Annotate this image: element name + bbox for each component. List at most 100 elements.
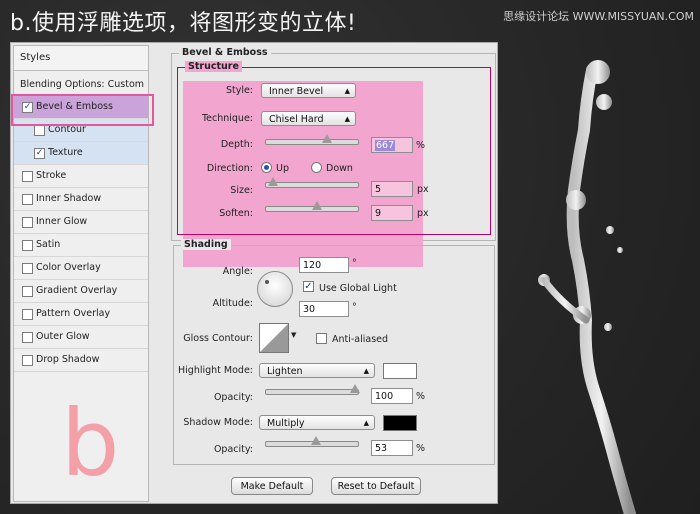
highlight-mode-dropdown[interactable]: Lighten ▲ xyxy=(259,363,375,378)
style-item-label: Pattern Overlay xyxy=(36,308,111,319)
technique-label: Technique: xyxy=(201,113,253,124)
direction-up-radio[interactable] xyxy=(261,162,272,173)
style-item-label: Drop Shadow xyxy=(36,354,100,365)
depth-input[interactable]: 667 xyxy=(371,137,413,153)
stepper-icon: ▲ xyxy=(344,115,350,123)
style-checkbox[interactable] xyxy=(22,263,33,274)
style-item[interactable]: Gradient Overlay xyxy=(14,280,148,303)
direction-label: Direction: xyxy=(206,163,253,174)
depth-unit: % xyxy=(416,140,426,151)
style-checkbox[interactable] xyxy=(22,355,33,366)
style-item[interactable]: Inner Glow xyxy=(14,211,148,234)
altitude-label: Altitude: xyxy=(212,298,253,309)
light-dot xyxy=(265,280,269,284)
slider-thumb[interactable] xyxy=(322,134,333,143)
style-item[interactable]: Outer Glow xyxy=(14,326,148,349)
style-checkbox[interactable] xyxy=(22,286,33,297)
style-item[interactable]: Satin xyxy=(14,234,148,257)
stepper-icon: ▲ xyxy=(363,367,369,375)
blending-options[interactable]: Blending Options: Custom xyxy=(14,75,148,96)
highlight-mode-label: Highlight Mode: xyxy=(178,365,253,376)
style-checkbox[interactable] xyxy=(34,125,45,136)
style-item[interactable]: Drop Shadow xyxy=(14,349,148,372)
style-checkbox[interactable] xyxy=(22,332,33,343)
stepper-icon: ▲ xyxy=(344,87,350,95)
shadow-opacity-unit: % xyxy=(416,443,426,454)
global-light-checkbox[interactable]: ✓ xyxy=(303,281,314,292)
highlight-opacity-unit: % xyxy=(416,391,426,402)
shadow-opacity-slider[interactable] xyxy=(265,436,359,447)
style-label: Style: xyxy=(225,85,253,96)
style-item-label: Inner Shadow xyxy=(36,193,102,204)
angle-dial[interactable] xyxy=(257,271,293,307)
liquid-splash-image xyxy=(538,60,636,514)
shadow-mode-dropdown[interactable]: Multiply ▲ xyxy=(259,415,375,430)
angle-unit: ° xyxy=(352,258,357,269)
shadow-opacity-input[interactable]: 53 xyxy=(371,440,413,456)
gloss-contour-picker[interactable] xyxy=(259,323,289,353)
stepper-icon: ▲ xyxy=(363,419,369,427)
style-item-label: Color Overlay xyxy=(36,262,101,273)
reset-to-default-button[interactable]: Reset to Default xyxy=(331,477,421,495)
slider-thumb[interactable] xyxy=(350,384,360,393)
size-label: Size: xyxy=(230,185,253,196)
size-slider[interactable] xyxy=(265,177,359,188)
direction-down-label: Down xyxy=(326,163,353,174)
anti-aliased-label: Anti-aliased xyxy=(332,334,389,345)
shadow-color-swatch[interactable] xyxy=(383,415,417,431)
style-item[interactable]: Color Overlay xyxy=(14,257,148,280)
page-title: b.使用浮雕选项，将图形变的立体! xyxy=(10,11,357,36)
style-item[interactable]: Pattern Overlay xyxy=(14,303,148,326)
soften-unit: px xyxy=(417,208,429,219)
style-item[interactable]: Inner Shadow xyxy=(14,188,148,211)
style-item[interactable]: ✓ Texture xyxy=(14,142,148,165)
anti-aliased-checkbox[interactable] xyxy=(316,333,327,344)
style-dropdown[interactable]: Inner Bevel ▲ xyxy=(261,83,356,98)
highlight-frame xyxy=(11,94,154,126)
styles-heading[interactable]: Styles xyxy=(14,46,148,71)
highlight-color-swatch[interactable] xyxy=(383,363,417,379)
style-item-label: Inner Glow xyxy=(36,216,88,227)
style-checkbox[interactable]: ✓ xyxy=(34,148,45,159)
style-checkbox[interactable] xyxy=(22,240,33,251)
soften-input[interactable]: 9 xyxy=(371,205,413,221)
highlight-opacity-input[interactable]: 100 xyxy=(371,388,413,404)
shading-group xyxy=(173,245,495,465)
highlight-opacity-slider[interactable] xyxy=(265,384,360,395)
style-item[interactable]: Stroke xyxy=(14,165,148,188)
altitude-unit: ° xyxy=(352,302,357,313)
depth-slider[interactable] xyxy=(265,134,359,145)
contour-curve-icon xyxy=(260,324,288,352)
slider-thumb[interactable] xyxy=(312,201,323,210)
style-checkbox[interactable] xyxy=(22,217,33,228)
depth-label: Depth: xyxy=(220,139,253,150)
watermark: 思缘设计论坛 WWW.MISSYUAN.COM xyxy=(503,10,694,23)
contour-arrow-icon[interactable]: ▼ xyxy=(291,331,296,339)
make-default-button[interactable]: Make Default xyxy=(231,477,313,495)
style-checkbox[interactable] xyxy=(22,171,33,182)
size-unit: px xyxy=(417,184,429,195)
size-input[interactable]: 5 xyxy=(371,181,413,197)
technique-dropdown[interactable]: Chisel Hard ▲ xyxy=(261,111,356,126)
shadow-mode-value: Multiply xyxy=(267,418,305,429)
style-checkbox[interactable] xyxy=(22,309,33,320)
soften-slider[interactable] xyxy=(265,201,359,212)
style-item-label: Gradient Overlay xyxy=(36,285,118,296)
angle-label: Angle: xyxy=(222,266,253,277)
style-item-label: Satin xyxy=(36,239,61,250)
direction-up-label: Up xyxy=(276,163,289,174)
direction-down-radio[interactable] xyxy=(311,162,322,173)
angle-input[interactable]: 120 xyxy=(299,257,349,273)
slider-thumb[interactable] xyxy=(310,436,321,445)
highlight-opacity-label: Opacity: xyxy=(213,392,253,403)
shading-title: Shading xyxy=(181,239,231,250)
style-checkbox[interactable] xyxy=(22,194,33,205)
bevel-emboss-title: Bevel & Emboss xyxy=(179,47,271,58)
global-light-label: Use Global Light xyxy=(319,283,397,294)
technique-value: Chisel Hard xyxy=(269,114,324,125)
altitude-input[interactable]: 30 xyxy=(299,301,349,317)
slider-thumb[interactable] xyxy=(267,177,278,186)
structure-title: Structure xyxy=(185,61,242,72)
highlight-mode-value: Lighten xyxy=(267,366,303,377)
style-value: Inner Bevel xyxy=(269,86,324,97)
